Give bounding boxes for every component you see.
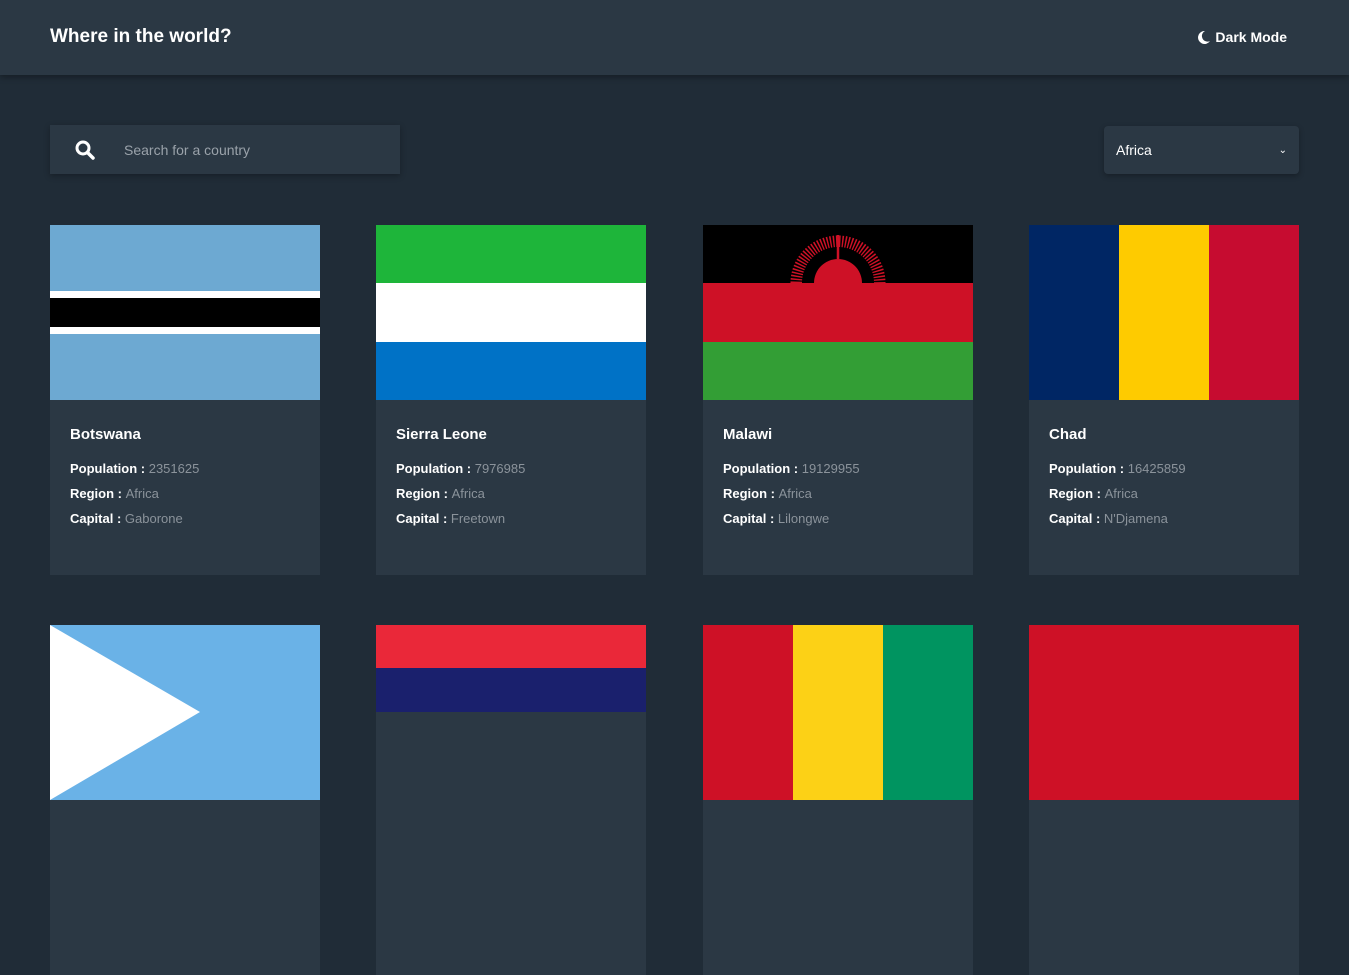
- population-row: Population : 2351625: [70, 461, 200, 476]
- capital-row: Capital : Lilongwe: [723, 511, 830, 526]
- country-card[interactable]: Botswana Population : 2351625 Region : A…: [50, 225, 320, 575]
- country-flag: [703, 625, 973, 800]
- population-row: Population : 16425859: [1049, 461, 1186, 476]
- search-icon: [75, 140, 95, 160]
- country-card[interactable]: [376, 625, 646, 975]
- moon-icon: [1198, 30, 1211, 44]
- country-flag: [1029, 625, 1299, 800]
- flag-malawi: [703, 225, 973, 400]
- region-row: Region : Africa: [1049, 486, 1138, 501]
- region-row: Region : Africa: [70, 486, 159, 501]
- country-card[interactable]: Chad Population : 16425859 Region : Afri…: [1029, 225, 1299, 575]
- country-card[interactable]: [703, 625, 973, 975]
- capital-row: Capital : Freetown: [396, 511, 506, 526]
- population-row: Population : 19129955: [723, 461, 860, 476]
- flag-sierra-leone: [376, 225, 646, 400]
- country-card[interactable]: Sierra Leone Population : 7976985 Region…: [376, 225, 646, 575]
- region-row: Region : Africa: [396, 486, 485, 501]
- country-flag: [376, 625, 646, 800]
- country-flag: [50, 625, 320, 800]
- region-filter-select[interactable]: Africa ⌄: [1104, 126, 1299, 174]
- country-name: Chad: [1049, 426, 1087, 443]
- dark-mode-toggle[interactable]: Dark Mode: [1198, 29, 1287, 45]
- dark-mode-label: Dark Mode: [1215, 29, 1287, 45]
- flag-botswana: [50, 225, 320, 400]
- region-row: Region : Africa: [723, 486, 812, 501]
- country-name: Botswana: [70, 426, 141, 443]
- country-name: Sierra Leone: [396, 426, 487, 443]
- flag-chad: [1029, 225, 1299, 400]
- chevron-down-icon: ⌄: [1278, 144, 1287, 156]
- country-card[interactable]: Malawi Population : 19129955 Region : Af…: [703, 225, 973, 575]
- top-bar: Where in the world? Dark Mode: [0, 0, 1349, 75]
- population-row: Population : 7976985: [396, 461, 526, 476]
- country-card[interactable]: [50, 625, 320, 975]
- country-name: Malawi: [723, 426, 773, 443]
- search-input[interactable]: [124, 141, 374, 158]
- app-title: Where in the world?: [50, 26, 232, 47]
- search-box[interactable]: [50, 125, 400, 174]
- region-filter-value: Africa: [1116, 142, 1152, 158]
- country-card[interactable]: [1029, 625, 1299, 975]
- capital-row: Capital : N'Djamena: [1049, 511, 1168, 526]
- capital-row: Capital : Gaborone: [70, 511, 183, 526]
